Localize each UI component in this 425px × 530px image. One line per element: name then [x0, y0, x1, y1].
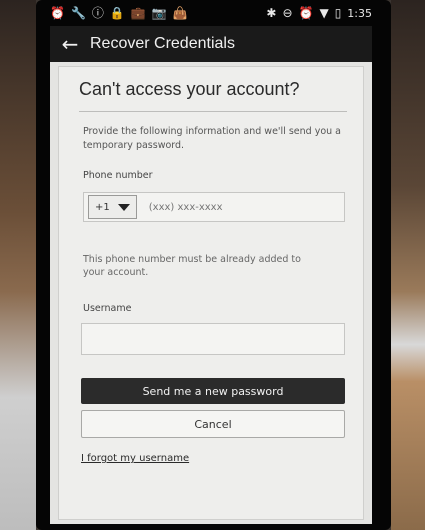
recover-form-card: Can't access your account? Provide the f…	[58, 66, 364, 520]
username-input[interactable]	[81, 323, 345, 355]
intro-text: Provide the following information and we…	[83, 126, 341, 151]
dropdown-caret-icon	[117, 203, 130, 211]
camera-icon: 📷	[151, 6, 167, 20]
username-label: Username	[83, 303, 132, 314]
wrench-icon: 🔧	[70, 6, 86, 20]
phone-number-field: +1	[83, 192, 345, 222]
status-time: 1:35	[347, 6, 372, 20]
lock-icon: 🔒	[109, 6, 125, 20]
alarm-icon: ⏰	[298, 6, 314, 20]
country-code-value: +1	[95, 201, 110, 213]
content-area: Can't access your account? Provide the f…	[50, 62, 372, 524]
briefcase-icon: 💼	[130, 6, 146, 20]
alarm-icon: ⏰	[50, 6, 65, 20]
bag-icon: 👜	[172, 6, 188, 20]
phone-number-input[interactable]	[146, 200, 291, 214]
phone-hint-text: This phone number must be already added …	[83, 254, 301, 278]
background-right	[391, 0, 425, 530]
battery-icon: ▯	[334, 6, 342, 20]
status-right-icons: ✱ ⊖ ⏰ ▼ ▯ 1:35	[266, 7, 372, 20]
app-bar-title: Recover Credentials	[90, 35, 235, 52]
wifi-icon: ▼	[319, 6, 329, 20]
info-icon: ⓘ	[91, 6, 104, 20]
status-left-icons: ⏰ 🔧 ⓘ 🔒 💼 📷 👜	[50, 7, 188, 19]
send-new-password-button[interactable]: Send me a new password	[81, 378, 345, 404]
forgot-username-link[interactable]: I forgot my username	[81, 453, 189, 464]
country-code-select[interactable]: +1	[88, 195, 137, 219]
bluetooth-icon: ✱	[266, 6, 277, 20]
status-bar: ⏰ 🔧 ⓘ 🔒 💼 📷 👜 ✱ ⊖ ⏰ ▼ ▯ 1:35	[50, 0, 372, 26]
background-left	[0, 0, 36, 530]
back-arrow-icon[interactable]: ←	[50, 26, 90, 62]
phone-number-label: Phone number	[83, 170, 153, 181]
title-divider	[79, 111, 347, 112]
minus-circle-icon: ⊖	[282, 6, 293, 20]
cancel-button[interactable]: Cancel	[81, 410, 345, 438]
app-bar: ← Recover Credentials	[50, 26, 372, 62]
form-title: Can't access your account?	[79, 79, 300, 99]
